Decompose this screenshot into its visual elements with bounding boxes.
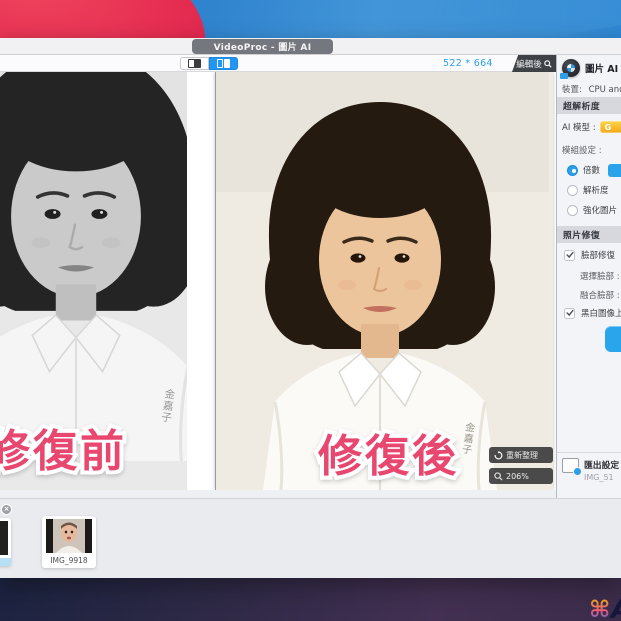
screen: ⌘ A VideoProc - 圖片 AI 522 * 664 編輯後 bbox=[0, 0, 621, 621]
checkbox-checked-icon[interactable] bbox=[564, 250, 575, 261]
option-resolution-label: 解析度 bbox=[583, 184, 609, 196]
close-thumbnail-icon[interactable]: × bbox=[1, 504, 12, 515]
after-caption: 修復後修復後 bbox=[318, 435, 459, 479]
split-view-button[interactable] bbox=[209, 57, 238, 70]
refresh-label: 重新整理 bbox=[506, 450, 538, 461]
selected-indicator bbox=[0, 558, 11, 566]
colorize-label: 黑白圖像上色 bbox=[581, 307, 621, 319]
radio-icon[interactable] bbox=[567, 185, 578, 196]
single-view-button[interactable] bbox=[180, 57, 209, 70]
scale-segment-control[interactable] bbox=[608, 164, 621, 177]
device-value: CPU and bbox=[589, 85, 621, 95]
colorize-option[interactable]: 黑白圖像上色 bbox=[564, 306, 621, 320]
titlebar[interactable]: VideoProc - 圖片 AI bbox=[0, 38, 621, 55]
sidebar-divider bbox=[557, 452, 621, 453]
face-restore-label: 臉部修復 bbox=[581, 249, 615, 261]
thumbnail-filename: IMG_9918 bbox=[42, 556, 96, 565]
section-photo-restore: 照片修復 bbox=[557, 226, 621, 243]
option-scale[interactable]: 倍數 bbox=[567, 163, 621, 177]
module-settings-label: 模組設定 : bbox=[562, 144, 621, 156]
ai-model-button[interactable]: G bbox=[600, 121, 621, 133]
desktop-wallpaper-bottom bbox=[0, 578, 621, 621]
export-settings-label: 匯出設定 bbox=[584, 458, 619, 471]
export-settings[interactable]: 匯出設定 IMG_51 bbox=[562, 458, 619, 482]
zoom-level-control[interactable]: 206% bbox=[489, 468, 553, 484]
thumbnail-image bbox=[46, 519, 92, 553]
view-mode-toggle bbox=[180, 57, 238, 70]
videoproc-window: VideoProc - 圖片 AI 522 * 664 編輯後 bbox=[0, 38, 621, 578]
after-image[interactable] bbox=[215, 72, 553, 490]
image-ai-icon bbox=[562, 59, 580, 77]
radio-selected-icon[interactable] bbox=[567, 165, 578, 176]
window-title: VideoProc - 圖片 AI bbox=[192, 39, 333, 54]
edited-tab-label: 編輯後 bbox=[516, 58, 542, 70]
sidebar-title: 圖片 AI : bbox=[585, 61, 621, 75]
zoom-level-value: 206% bbox=[506, 472, 529, 481]
ai-model-label: AI 模型 : bbox=[562, 121, 596, 133]
sidebar-header: 圖片 AI : bbox=[562, 59, 621, 77]
watermark-letter: A bbox=[611, 594, 621, 621]
edited-preview-tab[interactable]: 編輯後 bbox=[512, 55, 556, 72]
settings-sidebar: 圖片 AI : 裝置: CPU and 超解析度 AI 模型 : G 模組設定 … bbox=[556, 55, 621, 498]
preview-canvas: 修復前修復前 修復後修復後 重新整理 206% bbox=[0, 72, 556, 490]
option-scale-label: 倍數 bbox=[583, 164, 600, 176]
option-enhance-label: 強化圖片 bbox=[583, 204, 617, 216]
export-settings-icon bbox=[562, 458, 579, 473]
ai-model-row: AI 模型 : G bbox=[562, 121, 621, 133]
split-view-icon bbox=[217, 59, 231, 68]
checkbox-checked-icon[interactable] bbox=[564, 308, 575, 319]
refresh-icon bbox=[494, 451, 503, 460]
blend-face-label: 融合臉部 : bbox=[580, 289, 620, 301]
export-filename: IMG_51 bbox=[584, 473, 619, 482]
thumbnail-selected[interactable] bbox=[0, 518, 11, 566]
option-enhance[interactable]: 強化圖片 bbox=[567, 203, 621, 217]
device-label: 裝置: bbox=[562, 85, 582, 95]
run-button[interactable] bbox=[605, 326, 621, 352]
radio-icon[interactable] bbox=[567, 205, 578, 216]
select-face-label: 選擇臉部 : bbox=[580, 270, 620, 282]
toolbar: 522 * 664 編輯後 bbox=[0, 55, 621, 72]
filmstrip: × IMG_9918 bbox=[0, 498, 621, 578]
before-caption: 修復前修復前 bbox=[0, 430, 127, 474]
thumbnail-img-9918[interactable]: IMG_9918 bbox=[42, 516, 96, 568]
image-dimensions: 522 * 664 bbox=[443, 58, 493, 69]
face-restore-option[interactable]: 臉部修復 bbox=[564, 248, 621, 262]
command-logo-watermark: ⌘ bbox=[589, 597, 610, 621]
device-selector[interactable]: 裝置: CPU and bbox=[562, 83, 621, 95]
option-resolution[interactable]: 解析度 bbox=[567, 183, 621, 197]
zoom-icon bbox=[494, 472, 503, 481]
magnifier-icon bbox=[544, 60, 552, 68]
single-view-icon bbox=[188, 59, 201, 68]
thumbnail-image bbox=[0, 521, 8, 555]
section-super-resolution: 超解析度 bbox=[557, 97, 621, 114]
refresh-button[interactable]: 重新整理 bbox=[489, 447, 553, 463]
